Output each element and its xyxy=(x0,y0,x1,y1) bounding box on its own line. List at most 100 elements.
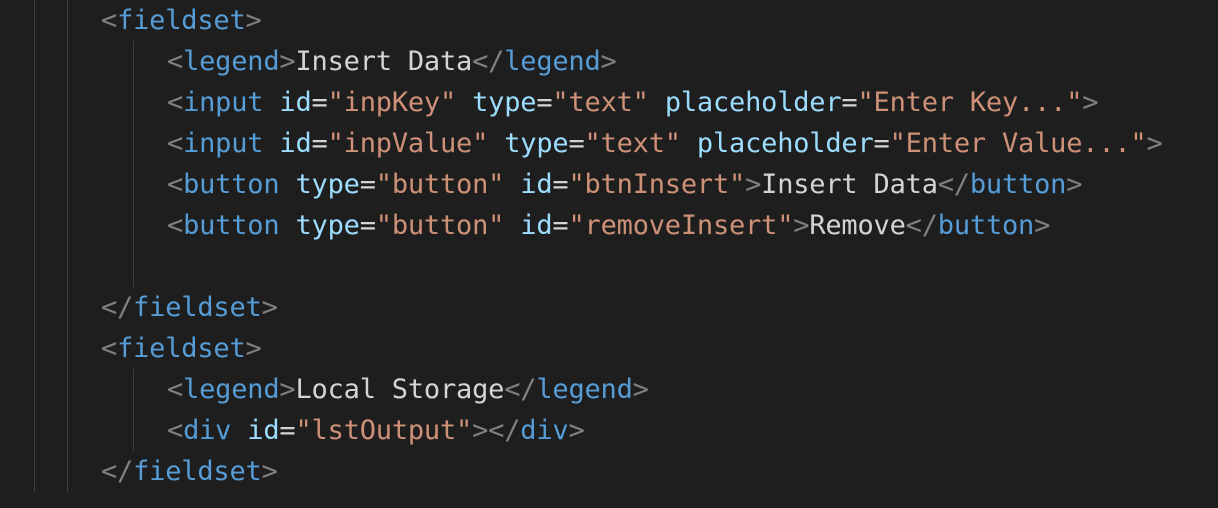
code-tag-name: div xyxy=(183,415,232,446)
code-line[interactable]: </fieldset> xyxy=(101,287,278,328)
code-string: "button" xyxy=(375,169,505,200)
code-punctuation: </ xyxy=(472,46,505,77)
code-punctuation: < xyxy=(167,169,184,200)
code-editor[interactable]: <fieldset> <legend>Insert Data</legend> <i… xyxy=(0,0,1218,508)
code-tag-name: button xyxy=(183,169,280,200)
code-attribute: type xyxy=(295,210,360,241)
code-string: "Enter Value..." xyxy=(889,128,1147,159)
code-line[interactable]: <button type="button" id="btnInsert">Ins… xyxy=(167,164,1082,205)
code-line[interactable]: <legend>Local Storage</legend> xyxy=(167,369,649,410)
code-attribute: id xyxy=(520,169,553,200)
code-line[interactable]: <fieldset> xyxy=(101,328,262,369)
code-punctuation: > xyxy=(261,456,278,487)
code-punctuation: </ xyxy=(504,374,537,405)
code-line[interactable]: <legend>Insert Data</legend> xyxy=(167,41,617,82)
indent-guide xyxy=(133,41,134,287)
code-text: = xyxy=(359,210,376,241)
code-line[interactable]: <input id="inpKey" type="text" placehold… xyxy=(167,82,1099,123)
code-attribute: id xyxy=(247,415,280,446)
code-line[interactable]: <div id="lstOutput"></div> xyxy=(167,410,585,451)
code-line[interactable]: </fieldset> xyxy=(101,451,278,492)
code-punctuation: </ xyxy=(101,456,134,487)
code-string: "btnInsert" xyxy=(568,169,746,200)
code-attribute: type xyxy=(295,169,360,200)
code-tag-name: button xyxy=(937,210,1035,241)
code-tag-name: fieldset xyxy=(133,292,262,323)
code-line[interactable]: <button type="button" id="removeInsert">… xyxy=(167,205,1050,246)
code-punctuation: < xyxy=(167,87,184,118)
code-line[interactable]: <fieldset> xyxy=(101,0,262,41)
code-punctuation: < xyxy=(101,5,118,36)
code-attribute: id xyxy=(279,87,312,118)
code-punctuation: </ xyxy=(101,292,134,323)
code-string: "button" xyxy=(375,210,505,241)
indent-guide xyxy=(67,0,68,492)
code-punctuation: > xyxy=(1034,210,1051,241)
indent-guide xyxy=(34,0,35,492)
code-tag-name: button xyxy=(969,169,1067,200)
code-punctuation: > xyxy=(261,292,278,323)
code-punctuation: < xyxy=(101,333,118,364)
code-punctuation: < xyxy=(167,415,184,446)
code-punctuation: < xyxy=(167,374,184,405)
code-punctuation: > xyxy=(632,374,649,405)
code-tag-name: legend xyxy=(536,374,633,405)
code-attribute: id xyxy=(520,210,553,241)
code-tag-name: div xyxy=(520,415,569,446)
code-text: = xyxy=(311,87,328,118)
code-text: = xyxy=(841,87,858,118)
code-punctuation: > xyxy=(279,46,296,77)
code-text: Local Storage xyxy=(295,374,505,405)
code-text: Insert Data xyxy=(761,169,938,200)
code-string: "inpValue" xyxy=(327,128,489,159)
code-text: = xyxy=(873,128,890,159)
code-tag-name: fieldset xyxy=(133,456,262,487)
code-string: "removeInsert" xyxy=(568,210,794,241)
code-tag-name: legend xyxy=(183,46,280,77)
code-string: "text" xyxy=(584,128,682,159)
code-punctuation: > xyxy=(279,374,296,405)
code-tag-name: legend xyxy=(504,46,601,77)
code-punctuation: </ xyxy=(905,210,938,241)
code-string: "lstOutput" xyxy=(295,415,473,446)
code-text: Insert Data xyxy=(295,46,473,77)
code-line[interactable]: <input id="inpValue" type="text" placeho… xyxy=(167,123,1163,164)
code-tag-name: input xyxy=(183,87,264,118)
code-punctuation: < xyxy=(167,128,184,159)
code-tag-name: button xyxy=(183,210,280,241)
code-punctuation: ></ xyxy=(472,415,521,446)
code-tag-name: fieldset xyxy=(117,333,246,364)
code-text: Remove xyxy=(809,210,906,241)
code-string: "inpKey" xyxy=(327,87,457,118)
code-punctuation: </ xyxy=(937,169,970,200)
indent-guide xyxy=(133,369,134,451)
code-attribute: type xyxy=(472,87,537,118)
code-attribute: placeholder xyxy=(696,128,874,159)
code-attribute: id xyxy=(279,128,312,159)
code-punctuation: > xyxy=(745,169,762,200)
code-text: = xyxy=(279,415,296,446)
code-punctuation: > xyxy=(1082,87,1099,118)
code-tag-name: fieldset xyxy=(117,5,246,36)
code-punctuation: < xyxy=(167,46,184,77)
code-tag-name: input xyxy=(183,128,264,159)
code-attribute: type xyxy=(504,128,569,159)
code-text: = xyxy=(552,210,569,241)
code-punctuation: > xyxy=(568,415,585,446)
code-text: = xyxy=(359,169,376,200)
code-punctuation: > xyxy=(600,46,617,77)
code-punctuation: > xyxy=(1066,169,1083,200)
code-punctuation: > xyxy=(793,210,810,241)
code-punctuation: > xyxy=(245,333,262,364)
